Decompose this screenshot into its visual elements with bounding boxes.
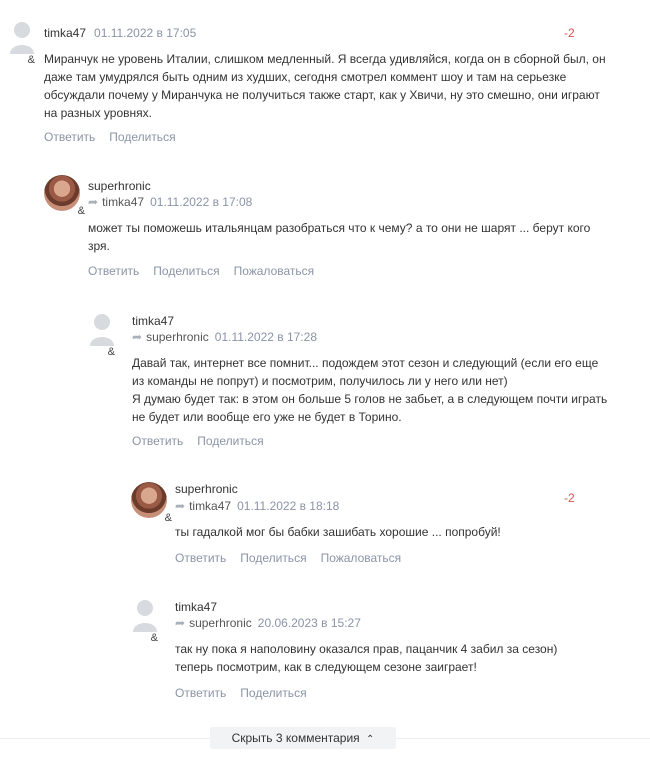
comment-actions: Ответить Поделиться Пожаловаться	[175, 551, 415, 565]
badge-icon: &	[163, 512, 173, 524]
comment-1: & timka47 01.11.2022 в 17:05 -2 Миранчук …	[8, 20, 608, 160]
reply-button[interactable]: Ответить	[44, 130, 95, 144]
comment-actions: Ответить Поделиться	[175, 686, 321, 700]
reply-info: ➦ superhronic 01.11.2022 в 17:28	[132, 330, 317, 344]
comment-5: & timka47 ➦ superhronic 20.06.2023 в 15:27…	[131, 598, 591, 708]
comment-text-line: Давай так, интернет все помнит... подожд…	[132, 356, 599, 388]
reply-to[interactable]: superhronic	[146, 330, 209, 344]
comment-author[interactable]: timka47	[175, 600, 217, 614]
comment-actions: Ответить Поделиться	[132, 434, 278, 448]
badge-icon: &	[76, 205, 86, 217]
reply-to[interactable]: superhronic	[189, 616, 252, 630]
reply-button[interactable]: Ответить	[88, 264, 139, 278]
share-button[interactable]: Поделиться	[109, 130, 175, 144]
reply-to[interactable]: timka47	[102, 195, 144, 209]
avatar[interactable]: &	[131, 598, 167, 644]
reply-arrow-icon: ➦	[175, 499, 186, 513]
report-button[interactable]: Пожаловаться	[234, 264, 315, 278]
share-button[interactable]: Поделиться	[240, 551, 306, 565]
comment-actions: Ответить Поделиться Пожаловаться	[88, 264, 328, 278]
comment-date[interactable]: 01.11.2022 в 18:18	[237, 499, 339, 513]
reply-info: ➦ timka47 01.11.2022 в 18:18	[175, 499, 339, 513]
comment-author[interactable]: timka47	[132, 314, 174, 328]
badge-icon: &	[26, 54, 36, 66]
user-silhouette-icon	[133, 600, 157, 632]
comment-text-line: теперь посмотрим, как в следующем сезоне…	[175, 660, 477, 674]
avatar[interactable]: &	[44, 175, 86, 217]
comment-actions: Ответить Поделиться	[44, 130, 190, 144]
reply-arrow-icon: ➦	[175, 616, 186, 630]
reply-button[interactable]: Ответить	[175, 551, 226, 565]
avatar[interactable]: &	[131, 482, 173, 524]
comment-author[interactable]: superhronic	[175, 482, 238, 496]
user-silhouette-icon	[90, 314, 114, 346]
comment-text: так ну пока я наполовину оказался прав, …	[175, 640, 591, 676]
comment-date[interactable]: 01.11.2022 в 17:08	[150, 195, 252, 209]
reply-info: ➦ superhronic 20.06.2023 в 15:27	[175, 616, 361, 630]
reply-info: ➦ timka47 01.11.2022 в 17:08	[88, 195, 252, 209]
reply-button[interactable]: Ответить	[175, 686, 226, 700]
chevron-up-icon: ⌃	[366, 734, 375, 745]
reply-arrow-icon: ➦	[132, 330, 143, 344]
report-button[interactable]: Пожаловаться	[321, 551, 402, 565]
share-button[interactable]: Поделиться	[240, 686, 306, 700]
comment-date[interactable]: 01.11.2022 в 17:28	[215, 330, 317, 344]
comment-text-line: так ну пока я наполовину оказался прав, …	[175, 642, 558, 656]
share-button[interactable]: Поделиться	[197, 434, 263, 448]
comment-date[interactable]: 01.11.2022 в 17:05	[94, 26, 196, 40]
comment-text: Давай так, интернет все помнит... подожд…	[132, 354, 608, 426]
share-button[interactable]: Поделиться	[153, 264, 219, 278]
comment-4: & superhronic ➦ timka47 01.11.2022 в 18:18…	[131, 482, 591, 572]
reply-arrow-icon: ➦	[88, 195, 99, 209]
comment-score: -2	[564, 491, 575, 505]
comment-author[interactable]: superhronic	[88, 179, 151, 193]
avatar[interactable]: &	[88, 312, 124, 358]
hide-comments-label: Скрыть 3 комментария	[231, 731, 360, 745]
reply-to[interactable]: timka47	[189, 499, 231, 513]
avatar[interactable]: &	[8, 20, 44, 66]
badge-icon: &	[149, 632, 159, 644]
user-silhouette-icon	[10, 22, 34, 54]
reply-button[interactable]: Ответить	[132, 434, 183, 448]
author-name[interactable]: timka47	[44, 26, 86, 40]
comment-text-line: Я думаю будет так: в этом он больше 5 го…	[132, 392, 608, 424]
comment-text: ты гадалкой мог бы бабки зашибать хороши…	[175, 525, 501, 539]
comment-date[interactable]: 20.06.2023 в 15:27	[258, 616, 361, 630]
comment-author[interactable]: timka47 01.11.2022 в 17:05	[44, 26, 196, 40]
comment-text: может ты поможешь итальянцам разобраться…	[88, 221, 591, 253]
hide-comments-button[interactable]: Скрыть 3 комментария ⌃	[210, 727, 396, 749]
comment-text: Миранчук не уровень Италии, слишком медл…	[44, 52, 606, 120]
comment-score: -2	[564, 26, 575, 40]
badge-icon: &	[106, 346, 116, 358]
comment-3: & timka47 ➦ superhronic 01.11.2022 в 17:28…	[88, 312, 608, 457]
comment-2: & superhronic ➦ timka47 01.11.2022 в 17:08…	[44, 175, 614, 285]
